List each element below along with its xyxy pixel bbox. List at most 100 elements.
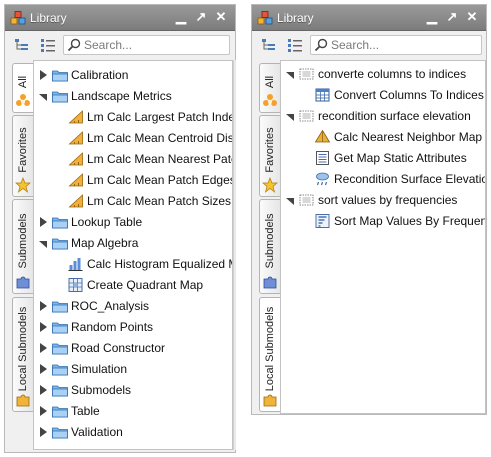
tree-item-label: Random Points <box>71 320 154 334</box>
ruler-icon <box>68 173 83 187</box>
float-button[interactable]: ↗ <box>193 8 209 26</box>
sort-icon <box>315 214 330 228</box>
tree-item-label: Calc Nearest Neighbor Map <box>334 130 483 144</box>
expand-arrow-icon[interactable] <box>286 69 295 79</box>
tab-all[interactable]: All <box>259 63 280 113</box>
library-icon <box>10 11 26 25</box>
folder-icon <box>52 322 68 334</box>
collapse-arrow-icon[interactable] <box>39 322 48 332</box>
close-button[interactable]: ✕ <box>213 8 229 26</box>
tree-rows: Calibration Landscape Metrics Lm Calc Larg… <box>34 61 232 449</box>
tab-submodels[interactable]: Submodels <box>259 199 280 294</box>
tab-submodels[interactable]: Submodels <box>12 199 33 294</box>
list-view-icon[interactable] <box>286 36 304 54</box>
search-field[interactable] <box>63 35 230 55</box>
title-bar[interactable]: Library ▁ ↗ ✕ <box>252 5 486 31</box>
collapse-arrow-icon[interactable] <box>39 70 48 80</box>
tree-item-row[interactable]: Calc Nearest Neighbor Map <box>281 127 485 148</box>
grid-map-icon <box>68 278 83 292</box>
tree-group-row[interactable]: converte columns to indices <box>281 64 485 85</box>
puzzle-local-icon <box>263 394 277 407</box>
tree-group-row[interactable]: Landscape Metrics <box>34 86 232 107</box>
tree-group-row[interactable]: ROC_Analysis <box>34 296 232 317</box>
tree-item-label: Sort Map Values By Frequency <box>334 214 485 228</box>
expand-arrow-icon[interactable] <box>286 111 295 121</box>
tree-item-label: ROC_Analysis <box>71 299 150 313</box>
tree-item-row[interactable]: Get Map Static Attributes <box>281 148 485 169</box>
float-button[interactable]: ↗ <box>444 8 460 26</box>
tab-all-label: All <box>264 75 276 89</box>
tree-item-row[interactable]: Lm Calc Mean Patch Edges An <box>34 170 232 191</box>
tree-item-row[interactable]: Create Quadrant Map <box>34 275 232 296</box>
tree-item-row[interactable]: Lm Calc Mean Nearest Patch D <box>34 149 232 170</box>
tree-item-row[interactable]: Lm Calc Mean Centroid Distan <box>34 128 232 149</box>
collapse-arrow-icon[interactable] <box>39 301 48 311</box>
folder-icon <box>52 427 68 439</box>
tab-submodels-label: Submodels <box>264 213 276 269</box>
tab-favorites[interactable]: Favorites <box>259 115 280 197</box>
library-tree: Calibration Landscape Metrics Lm Calc Larg… <box>33 60 233 450</box>
search-input[interactable] <box>84 37 224 53</box>
tree-item-row[interactable]: Lm Calc Largest Patch Index <box>34 107 232 128</box>
folder-icon <box>52 343 68 355</box>
tree-item-label: Lm Calc Mean Patch Edges An <box>87 173 232 187</box>
title-bar[interactable]: Library ▁ ↗ ✕ <box>5 5 235 31</box>
collapse-arrow-icon[interactable] <box>39 343 48 353</box>
expand-arrow-icon[interactable] <box>39 91 48 101</box>
tree-view-icon[interactable] <box>13 36 31 54</box>
tab-local-submodels[interactable]: Local Submodels <box>259 297 280 412</box>
search-icon <box>67 38 81 52</box>
ruler-icon <box>68 110 83 124</box>
submodel-icon <box>299 68 314 80</box>
collapse-arrow-icon[interactable] <box>39 364 48 374</box>
panel-title: Library <box>30 11 67 25</box>
collapse-arrow-icon[interactable] <box>39 427 48 437</box>
expand-arrow-icon[interactable] <box>286 195 295 205</box>
tree-item-label: Create Quadrant Map <box>87 278 204 292</box>
collapse-arrow-icon[interactable] <box>39 406 48 416</box>
tree-group-row[interactable]: Map Algebra <box>34 233 232 254</box>
minimize-button[interactable]: ▁ <box>424 8 440 26</box>
tree-item-row[interactable]: Sort Map Values By Frequency <box>281 211 485 232</box>
search-field[interactable] <box>310 35 482 55</box>
library-panel-submodels: Library ▁ ↗ ✕ All <box>251 4 487 415</box>
tree-item-row[interactable]: Lm Calc Mean Patch Sizes And <box>34 191 232 212</box>
tree-item-label: sort values by frequencies <box>318 193 458 207</box>
minimize-button[interactable]: ▁ <box>173 8 189 26</box>
tree-item-label: Map Algebra <box>71 236 139 250</box>
folder-icon <box>52 217 68 229</box>
tree-group-row[interactable]: Table <box>34 401 232 422</box>
tree-item-row[interactable]: Convert Columns To Indices <box>281 85 485 106</box>
collapse-arrow-icon[interactable] <box>39 217 48 227</box>
tree-group-row[interactable]: Lookup Table <box>34 212 232 233</box>
tree-group-row[interactable]: Submodels <box>34 380 232 401</box>
tab-all[interactable]: All <box>12 63 33 113</box>
tree-group-row[interactable]: Validation <box>34 422 232 443</box>
expand-arrow-icon[interactable] <box>39 238 48 248</box>
list-icon <box>316 151 329 165</box>
list-view-icon[interactable] <box>39 36 57 54</box>
tab-favorites[interactable]: Favorites <box>12 115 33 197</box>
library-toolbar <box>252 32 486 58</box>
scrollbar[interactable] <box>233 60 236 450</box>
tab-favorites-label: Favorites <box>264 127 276 173</box>
tree-item-label: converte columns to indices <box>318 67 467 81</box>
tree-group-row[interactable]: Random Points <box>34 317 232 338</box>
tree-item-label: Lm Calc Mean Patch Sizes And <box>87 194 232 208</box>
tree-item-row[interactable]: Calc Histogram Equalized Map <box>34 254 232 275</box>
submodel-icon <box>299 110 314 122</box>
table-functor-icon <box>315 88 330 102</box>
tree-group-row[interactable]: Road Constructor <box>34 338 232 359</box>
star-icon <box>15 177 31 193</box>
tree-group-row[interactable]: recondition surface elevation <box>281 106 485 127</box>
tree-item-row[interactable]: Recondition Surface Elevation <box>281 169 485 190</box>
close-button[interactable]: ✕ <box>464 8 480 26</box>
tree-group-row[interactable]: Simulation <box>34 359 232 380</box>
search-input[interactable] <box>331 37 476 53</box>
tree-group-row[interactable]: sort values by frequencies <box>281 190 485 211</box>
tree-view-icon[interactable] <box>260 36 278 54</box>
tree-rows: converte columns to indices Convert Colum… <box>281 61 485 413</box>
tab-local-submodels[interactable]: Local Submodels <box>12 297 33 412</box>
collapse-arrow-icon[interactable] <box>39 385 48 395</box>
tree-group-row[interactable]: Calibration <box>34 65 232 86</box>
